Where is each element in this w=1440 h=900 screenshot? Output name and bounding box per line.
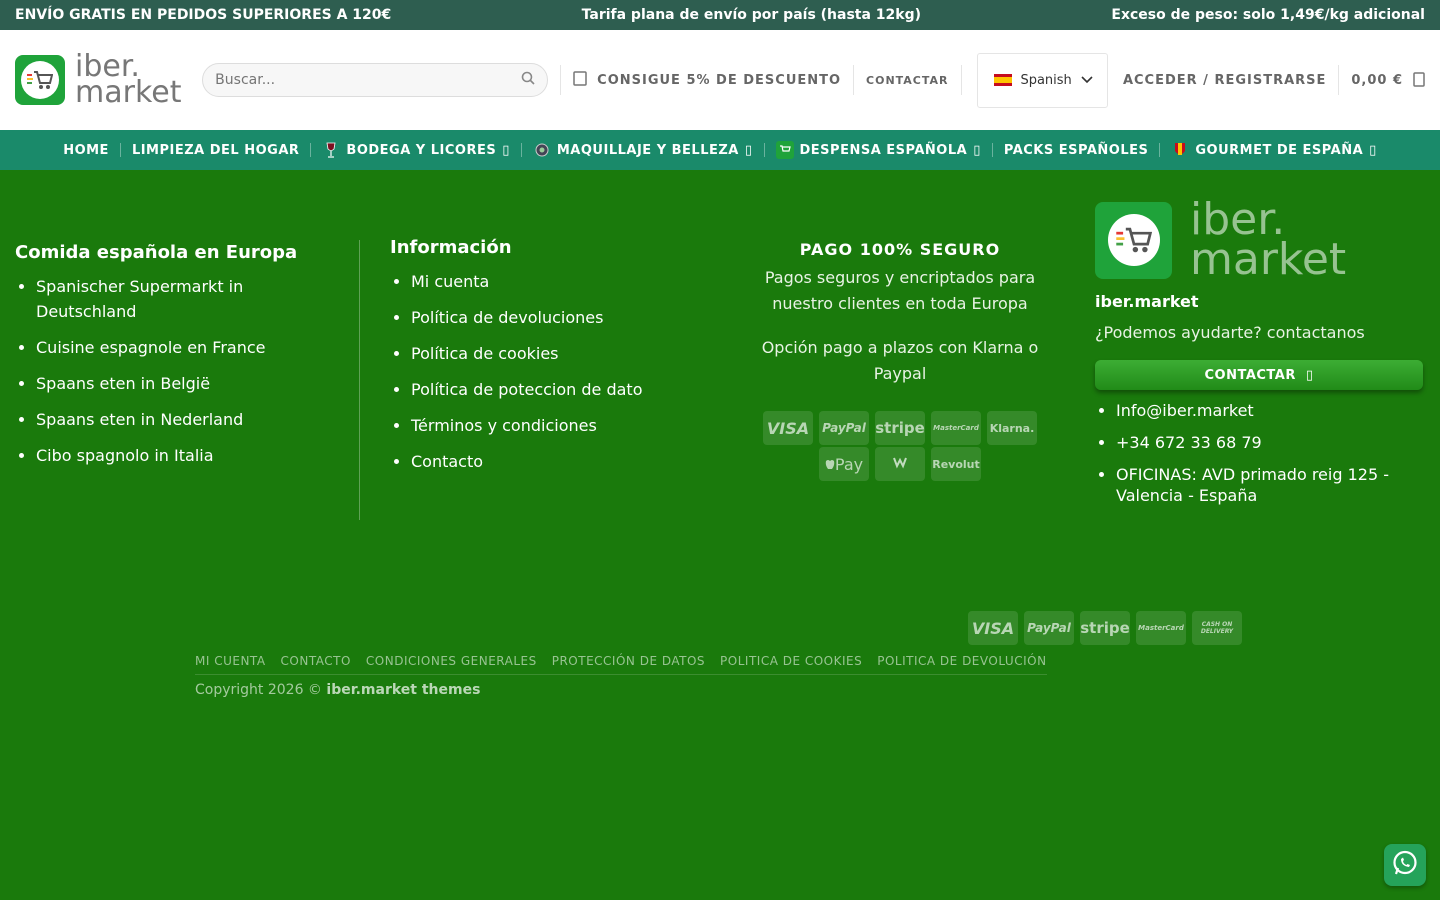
company-name: iber.market	[1095, 292, 1199, 311]
copyright: Copyright 2026 © iber.market themes	[195, 682, 481, 698]
contact-button[interactable]: CONTACTAR ▯	[1095, 360, 1423, 390]
chevron-down-icon: ▯	[744, 142, 753, 158]
chevron-down-icon: ▯	[1369, 142, 1377, 158]
payment-icons-row: Pay Revolut	[755, 447, 1045, 481]
login-link[interactable]: ACCEDER / REGISTRARSE	[1123, 73, 1326, 88]
divider	[560, 65, 562, 95]
stripe-icon: stripe	[875, 411, 925, 445]
footer-col-title: Comida española en Europa	[15, 242, 298, 263]
nav-item-packs[interactable]: PACKS ESPAÑOLES	[993, 143, 1160, 158]
nav-item-home[interactable]: HOME	[52, 143, 120, 158]
gift-icon	[573, 70, 587, 90]
list-item[interactable]: Spaans eten in België	[36, 371, 335, 396]
list-item[interactable]: Cibo spagnolo in Italia	[36, 443, 335, 468]
cart-icon	[775, 141, 794, 159]
free-shipping-notice: ENVÍO GRATIS EN PEDIDOS SUPERIORES A 120…	[15, 7, 392, 23]
arrow-icon: ▯	[1305, 367, 1314, 383]
mastercard-icon: MasterCard	[1136, 611, 1186, 645]
nav-item-gourmet[interactable]: GOURMET DE ESPAÑA ▯	[1160, 141, 1387, 159]
cash-on-delivery-icon: CASH ON DELIVERY	[1192, 611, 1242, 645]
footer-link[interactable]: POLITICA DE DEVOLUCIÓN	[877, 654, 1046, 668]
list-item[interactable]: Política de cookies	[411, 341, 720, 366]
flat-rate-notice: Tarifa plana de envío por país (hasta 12…	[581, 7, 922, 23]
footer-col-contact: iber. market iber.market ¿Podemos ayudar…	[1095, 194, 1425, 506]
nav-item-beauty[interactable]: MAQUILLAJE Y BELLEZA ▯	[522, 141, 764, 159]
nav-item-pantry[interactable]: DESPENSA ESPAÑOLA ▯	[765, 141, 992, 159]
bottom-payment-icons: VISA PayPal stripe MasterCard CASH ON DE…	[968, 611, 1242, 645]
list-item[interactable]: Política de devoluciones	[411, 305, 720, 330]
list-item[interactable]: Spanischer Supermarkt in Deutschland	[36, 274, 335, 324]
apple-pay-icon: Pay	[819, 447, 869, 481]
discount-link[interactable]: CONSIGUE 5% DE DESCUENTO	[573, 70, 841, 90]
visa-icon: VISA	[968, 611, 1018, 645]
footer-link[interactable]: PROTECCIÓN DE DATOS	[552, 654, 705, 668]
main-nav: HOME LIMPIEZA DEL HOGAR BODEGA Y LICORES…	[0, 130, 1440, 170]
divider	[359, 240, 360, 520]
footer-links: MI CUENTA CONTACTO CONDICIONES GENERALES…	[195, 654, 1047, 675]
whatsapp-icon	[1391, 849, 1419, 881]
spain-flag-icon	[994, 74, 1013, 86]
footer-link[interactable]: POLITICA DE COOKIES	[720, 654, 862, 668]
paypal-icon: PayPal	[819, 411, 869, 445]
visa-icon: VISA	[763, 411, 813, 445]
spain-flag-icon	[1171, 141, 1189, 159]
footer-col-info: Información Mi cuenta Política de devolu…	[390, 237, 720, 474]
overweight-notice: Exceso de peso: solo 1,49€/kg adicional	[1111, 7, 1425, 23]
divider	[853, 65, 855, 95]
wine-icon	[322, 141, 340, 159]
site-header: iber. market CONSIGUE 5% DE DESCUENTO CO…	[0, 30, 1440, 130]
language-selector[interactable]: Spanish	[977, 52, 1108, 108]
footer-link[interactable]: CONTACTO	[281, 654, 351, 668]
list-item[interactable]: Cuisine espagnole en France	[36, 335, 335, 360]
stripe-icon: stripe	[1080, 611, 1130, 645]
phone-item[interactable]: +34 672 33 68 79	[1116, 432, 1425, 454]
divider	[960, 65, 962, 95]
top-bar: ENVÍO GRATIS EN PEDIDOS SUPERIORES A 120…	[0, 0, 1440, 30]
logo-wordmark: iber. market	[1190, 194, 1347, 285]
address-item: OFICINAS: AVD primado reig 125 - Valenci…	[1116, 464, 1425, 506]
list-item[interactable]: Mi cuenta	[411, 269, 720, 294]
footer-col-title: PAGO 100% SEGURO	[799, 240, 1001, 259]
search-box[interactable]	[202, 63, 549, 97]
cart-link[interactable]: 0,00 €	[1351, 69, 1425, 91]
revolut-icon: Revolut	[931, 447, 981, 481]
nav-item-cleaning[interactable]: LIMPIEZA DEL HOGAR	[121, 143, 310, 158]
footer-col-title: Información	[390, 237, 512, 258]
beauty-icon	[533, 141, 551, 159]
paypal-icon: PayPal	[1024, 611, 1074, 645]
footer-link[interactable]: MI CUENTA	[195, 654, 266, 668]
whatsapp-button[interactable]	[1384, 844, 1426, 886]
list-item[interactable]: Contacto	[411, 449, 720, 474]
site-logo[interactable]: iber. market	[15, 49, 202, 110]
cart-logo-icon	[15, 55, 65, 105]
help-text: ¿Podemos ayudarte? contactanos	[1095, 323, 1365, 342]
payment-icons-row: VISA PayPal stripe MasterCard Klarna.	[755, 411, 1045, 445]
footer-logo: iber. market	[1095, 194, 1425, 285]
search-input[interactable]	[215, 72, 516, 88]
cart-logo-icon	[1095, 201, 1172, 279]
mastercard-icon: MasterCard	[931, 411, 981, 445]
list-item[interactable]: Términos y condiciones	[411, 413, 720, 438]
chevron-down-icon: ▯	[502, 142, 510, 158]
chevron-down-icon	[1081, 73, 1093, 88]
divider	[1338, 65, 1340, 95]
bag-icon	[1413, 69, 1425, 91]
list-item[interactable]: Política de poteccion de dato	[411, 377, 720, 402]
chevron-down-icon: ▯	[973, 142, 981, 158]
list-item[interactable]: Spaans eten in Nederland	[36, 407, 335, 432]
footer-col-payment: PAGO 100% SEGURO Pagos seguros y encript…	[755, 240, 1045, 481]
klarna-icon: Klarna.	[987, 411, 1037, 445]
nav-item-wine[interactable]: BODEGA Y LICORES ▯	[311, 141, 520, 159]
bizum-icon	[875, 447, 925, 481]
footer-col-europe: Comida española en Europa Spanischer Sup…	[15, 242, 335, 468]
search-icon[interactable]	[521, 71, 535, 89]
logo-wordmark: iber. market	[75, 49, 182, 110]
installments-text: Opción pago a plazos con Klarna o Paypal	[761, 338, 1039, 383]
secure-payment-text: Pagos seguros y encriptados para nuestro…	[764, 268, 1036, 313]
email-item[interactable]: Info@iber.market	[1116, 400, 1425, 422]
contact-link[interactable]: CONTACTAR	[866, 74, 949, 87]
footer-link[interactable]: CONDICIONES GENERALES	[366, 654, 537, 668]
